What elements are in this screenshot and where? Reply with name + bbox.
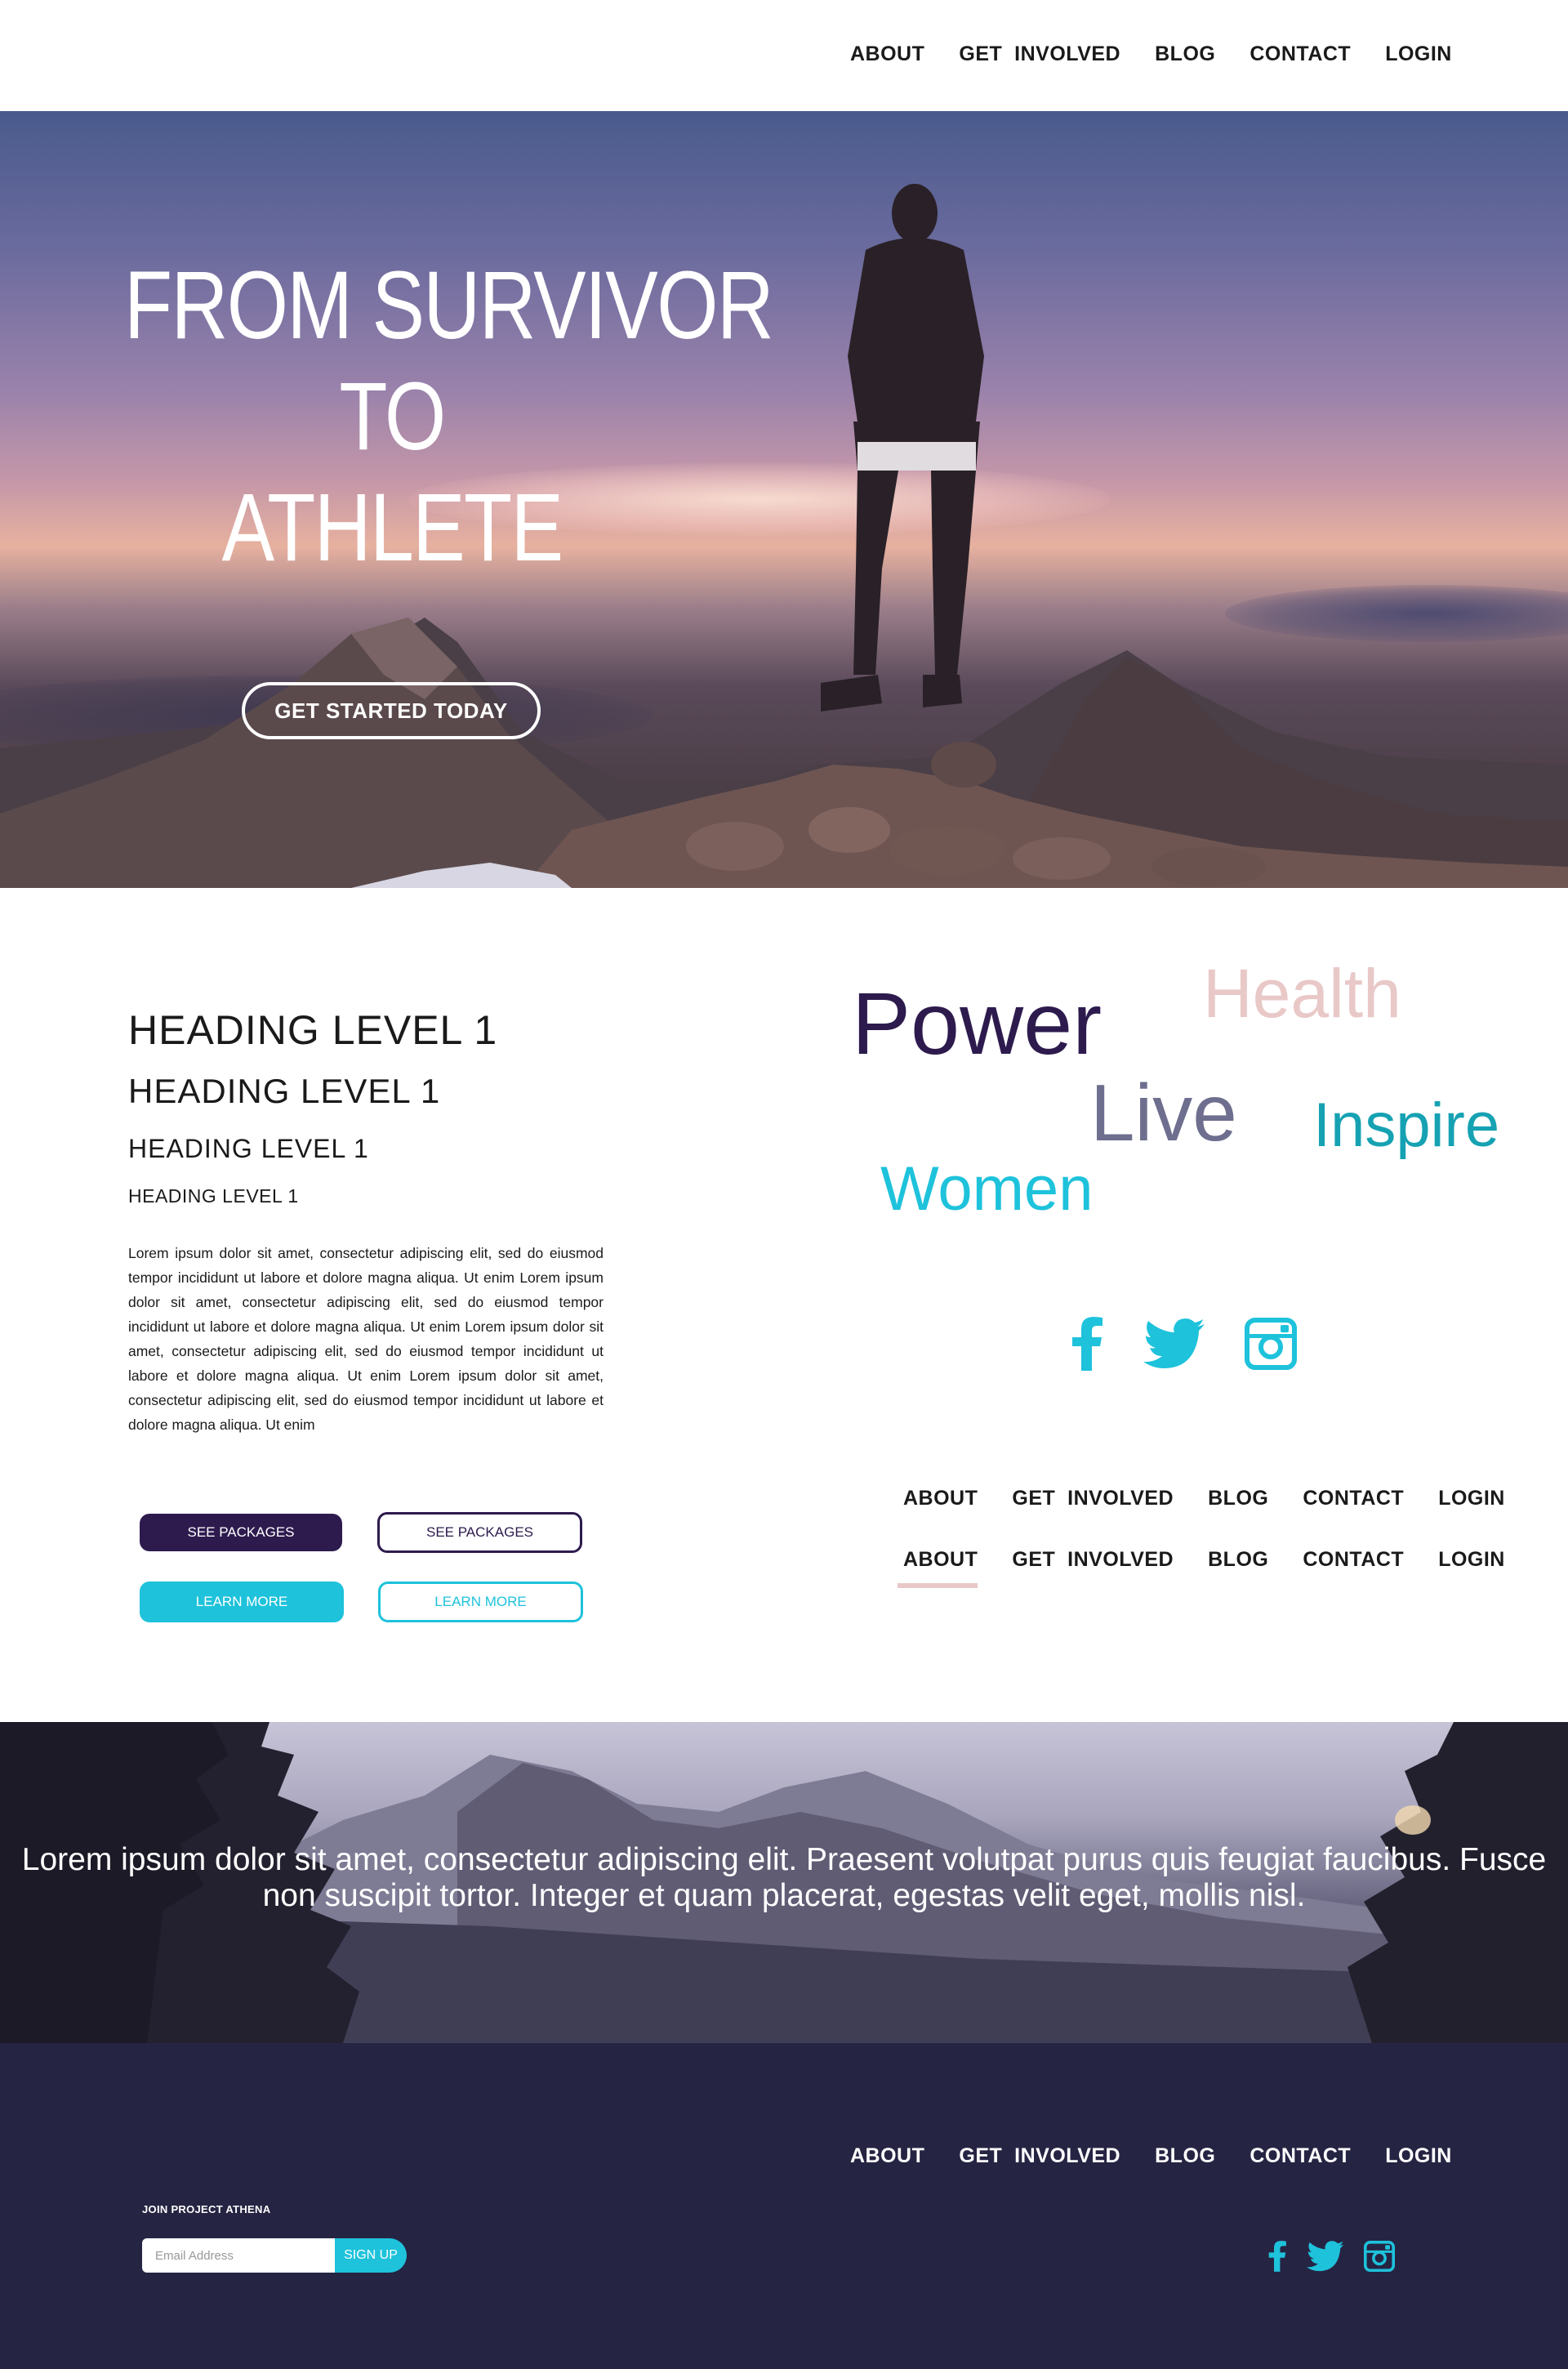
nav-get-involved[interactable]: GET INVOLVED: [1012, 1487, 1174, 1510]
learn-more-button-solid[interactable]: LEARN MORE: [140, 1582, 344, 1622]
word-health: Health: [1203, 955, 1401, 1032]
banner-quote: Lorem ipsum dolor sit amet, consectetur …: [21, 1842, 1547, 1913]
heading-sample-lg: HEADING LEVEL 1: [128, 1072, 441, 1110]
footer-nav-blog[interactable]: BLOG: [1155, 2144, 1215, 2168]
social-icons-large: [1070, 1317, 1297, 1371]
footer-nav: ABOUT GET INVOLVED BLOG CONTACT LOGIN: [850, 2144, 1486, 2168]
footer-nav-contact[interactable]: CONTACT: [1250, 2144, 1351, 2168]
nav-blog[interactable]: BLOG: [1155, 42, 1215, 66]
heading-sample-md: HEADING LEVEL 1: [128, 1134, 369, 1163]
footer-nav-about[interactable]: ABOUT: [850, 2144, 924, 2168]
see-packages-button-outline[interactable]: SEE PACKAGES: [377, 1512, 582, 1553]
nav-login[interactable]: LOGIN: [1385, 42, 1452, 66]
nav-sample-active: ABOUT GET INVOLVED BLOG CONTACT LOGIN: [903, 1548, 1539, 1572]
hero-title-line-1: FROM SURVIVOR: [124, 252, 774, 359]
nav-about[interactable]: ABOUT: [850, 42, 924, 66]
nav-about[interactable]: ABOUT: [903, 1487, 978, 1510]
nav-contact[interactable]: CONTACT: [1303, 1548, 1404, 1572]
facebook-icon[interactable]: [1267, 2240, 1287, 2273]
get-started-button[interactable]: GET STARTED TODAY: [242, 682, 541, 739]
footer-nav-login[interactable]: LOGIN: [1385, 2144, 1452, 2168]
nav-get-involved[interactable]: GET INVOLVED: [1012, 1548, 1174, 1572]
hero-section: FROM SURVIVOR TO ATHLETE GET STARTED TOD…: [0, 111, 1568, 888]
nav-sample-default: ABOUT GET INVOLVED BLOG CONTACT LOGIN: [903, 1487, 1539, 1510]
footer-social-icons: [1267, 2240, 1395, 2273]
hero-title-line-3: ATHLETE: [221, 474, 564, 582]
word-power: Power: [852, 974, 1102, 1073]
nav-active-underline: [898, 1583, 978, 1588]
hero-title-line-2: TO: [339, 363, 446, 471]
nav-login[interactable]: LOGIN: [1438, 1487, 1505, 1510]
see-packages-button-solid[interactable]: SEE PACKAGES: [140, 1514, 342, 1551]
twitter-icon[interactable]: [1143, 1318, 1205, 1369]
heading-sample-sm: HEADING LEVEL 1: [128, 1185, 299, 1207]
sign-up-button[interactable]: SIGN UP: [335, 2238, 407, 2273]
twitter-icon[interactable]: [1307, 2241, 1344, 2272]
word-inspire: Inspire: [1313, 1091, 1500, 1160]
heading-sample-xl: HEADING LEVEL 1: [128, 1007, 498, 1053]
word-live: Live: [1090, 1068, 1237, 1158]
instagram-icon[interactable]: [1245, 1318, 1297, 1370]
nav-contact[interactable]: CONTACT: [1303, 1487, 1404, 1510]
email-input[interactable]: [142, 2238, 335, 2273]
nav-login[interactable]: LOGIN: [1438, 1548, 1505, 1572]
facebook-icon[interactable]: [1070, 1317, 1104, 1371]
instagram-icon[interactable]: [1364, 2241, 1395, 2272]
top-nav: ABOUT GET INVOLVED BLOG CONTACT LOGIN: [850, 42, 1486, 66]
word-women: Women: [880, 1154, 1094, 1224]
body-text-sample: Lorem ipsum dolor sit amet, consectetur …: [128, 1245, 604, 1433]
nav-blog[interactable]: BLOG: [1208, 1487, 1268, 1510]
nav-about-active[interactable]: ABOUT: [903, 1548, 978, 1572]
learn-more-button-outline[interactable]: LEARN MORE: [378, 1582, 583, 1622]
nav-blog[interactable]: BLOG: [1208, 1548, 1268, 1572]
footer-nav-get-involved[interactable]: GET INVOLVED: [959, 2144, 1120, 2168]
nav-get-involved[interactable]: GET INVOLVED: [959, 42, 1120, 66]
top-header: ABOUT GET INVOLVED BLOG CONTACT LOGIN: [0, 0, 1568, 111]
hero-title: FROM SURVIVOR TO ATHLETE: [124, 250, 774, 583]
join-label: JOIN PROJECT ATHENA: [142, 2203, 271, 2215]
nav-contact[interactable]: CONTACT: [1250, 42, 1351, 66]
